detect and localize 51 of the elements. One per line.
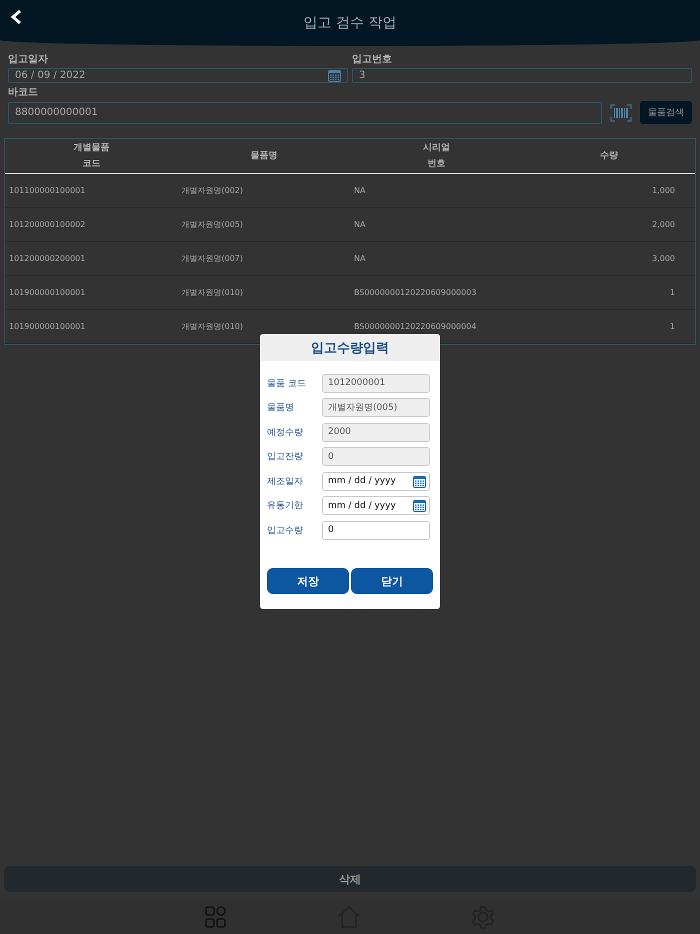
column-header: 수량 — [598, 150, 619, 163]
table-cell-text: BS0000000120220609000004 — [353, 322, 478, 331]
table-cell-text: 101900000100001 — [8, 322, 86, 331]
column-header: 시리얼 번호 — [422, 142, 451, 171]
table-cell-text: 101200000100002 — [8, 220, 86, 229]
input-field[interactable]: 0 — [322, 520, 430, 540]
save-button[interactable]: 저장 — [267, 568, 349, 594]
field-label: 입고잔량 — [267, 451, 304, 464]
date-field[interactable]: 06 / 09 / 2022 — [8, 68, 348, 83]
field-label: 입고일자 — [8, 53, 49, 66]
table-cell-text: 101100000100001 — [8, 186, 86, 195]
field-label: 입고번호 — [352, 53, 393, 66]
delete-button[interactable]: 삭제 — [4, 866, 696, 892]
table-cell-text: 개별자원명(007) — [180, 253, 244, 264]
table-cell-text: NA — [353, 186, 366, 195]
calendar-icon[interactable] — [413, 474, 426, 488]
column-header: 물품명 — [249, 150, 278, 163]
table-cell-text: 개별자원명(010) — [180, 287, 244, 298]
table-cell-text: 1 — [668, 322, 676, 331]
barcode-field[interactable]: 8800000000001 — [8, 102, 602, 124]
dialog-title: 입고수량입력 — [260, 334, 440, 361]
input-field[interactable]: 3 — [352, 68, 692, 83]
table-cell-text: 1,000 — [651, 186, 676, 195]
field-label: 물품 코드 — [267, 378, 307, 390]
table-cell-text: 개별자원명(005) — [180, 219, 244, 230]
barcode-scan-icon[interactable] — [610, 104, 632, 122]
table-cell-text: 2,000 — [651, 220, 676, 229]
table-cell-text: NA — [353, 220, 366, 229]
field-label: 물품명 — [267, 402, 295, 414]
field-label: 유통기한 — [267, 500, 304, 512]
close-button[interactable]: 닫기 — [351, 568, 433, 594]
field-label: 바코드 — [8, 86, 39, 99]
table-cell-text: 개별자원명(002) — [180, 185, 244, 196]
back-icon[interactable] — [10, 10, 24, 24]
table-cell-text: NA — [353, 254, 366, 263]
table-cell-text: 개별자원명(010) — [180, 321, 244, 332]
table-cell-text: 101900000100001 — [8, 288, 86, 297]
table-cell-text: 3,000 — [651, 254, 676, 263]
calendar-icon[interactable] — [413, 499, 426, 512]
date-field[interactable]: mm / dd / yyyy — [322, 496, 430, 516]
field-label: 제조일자 — [267, 476, 304, 488]
table-cell-text: 1 — [668, 288, 676, 297]
item-search-button[interactable]: 물품검색 — [640, 101, 692, 124]
page-title: 입고 검수 작업 — [304, 14, 396, 32]
table-cell-text: BS0000000120220609000003 — [353, 288, 478, 297]
date-field[interactable]: mm / dd / yyyy — [322, 472, 430, 491]
calendar-icon[interactable] — [328, 69, 341, 82]
column-header: 개별물품 코드 — [72, 142, 110, 171]
field-label: 입고수량 — [267, 524, 304, 537]
table-cell-text: 101200000200001 — [8, 254, 86, 263]
field-label: 예정수량 — [267, 426, 304, 439]
